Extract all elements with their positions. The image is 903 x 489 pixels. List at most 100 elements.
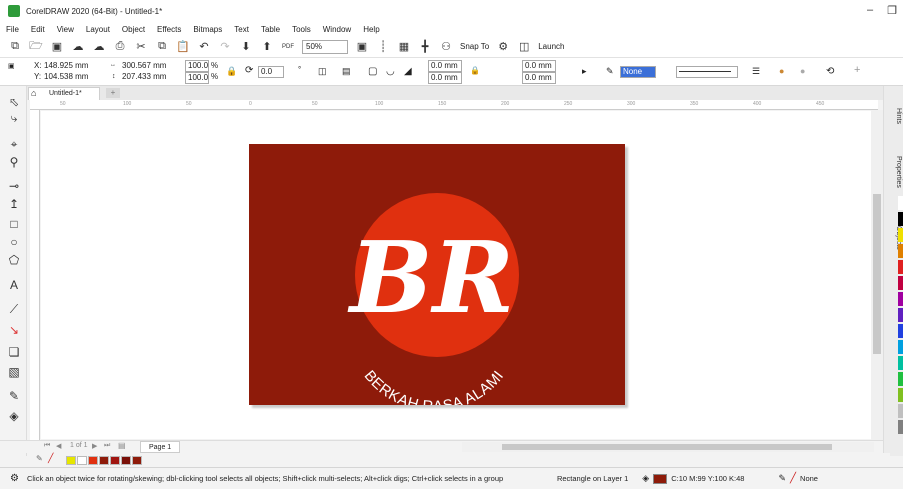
palette-swatch[interactable] [898,276,903,290]
palette-swatch[interactable] [898,324,903,338]
minimize-button[interactable]: – [867,4,873,17]
launch-dropdown[interactable]: Launch [538,42,564,51]
height-field[interactable]: 207.433 mm [122,71,166,82]
print-icon[interactable]: ⎙ [113,40,127,54]
palette-swatch[interactable] [898,356,903,370]
snap-icon[interactable]: ⚇ [439,40,453,54]
rotation-angle-field[interactable]: 0.0 [258,66,284,78]
undo-icon[interactable]: ↶ [197,40,211,54]
palette-swatch[interactable] [898,404,903,418]
guidelines-icon[interactable]: ╋ [418,40,432,54]
crop-tool-icon[interactable]: ⌖ [6,136,22,152]
palette-swatch[interactable] [898,420,903,434]
br-logo-artwork[interactable]: BR BERKAH RASA ALAMI [249,144,625,405]
pick-tool-icon[interactable]: ⬁ [6,94,22,110]
menu-layout[interactable]: Layout [86,25,110,34]
palette-swatch[interactable] [898,308,903,322]
zoom-tool-icon[interactable]: ⚲ [6,154,22,170]
lock-ratio-icon[interactable]: 🔒 [226,66,237,77]
document-palette-swatch[interactable] [88,456,98,465]
drop-shadow-tool-icon[interactable]: ❏ [6,344,22,360]
menu-bitmaps[interactable]: Bitmaps [193,25,222,34]
publish-pdf-icon[interactable]: PDF [281,40,295,54]
fill-color-swatch[interactable] [653,473,668,484]
show-grid-icon[interactable]: ▦ [397,40,411,54]
artistic-media-tool-icon[interactable]: ↥ [6,196,22,212]
no-outline-icon[interactable]: ╱ [790,473,796,484]
to-back-icon[interactable]: ● [800,66,805,77]
open-folder-icon[interactable]: 🗁 [29,40,43,54]
to-front-icon[interactable]: ● [779,66,784,77]
parallel-dimension-tool-icon[interactable]: ⟋ [6,301,22,317]
next-page-button[interactable]: ▶ [92,442,97,450]
menu-tools[interactable]: Tools [292,25,311,34]
palette-swatch[interactable] [898,244,903,258]
palette-swatch[interactable] [898,212,903,226]
vertical-scrollbar[interactable] [871,110,883,440]
chamfered-corner-icon[interactable]: ◢ [404,66,412,77]
palette-swatch[interactable] [898,228,903,242]
last-page-button[interactable]: ⏭ [104,442,110,450]
menu-effects[interactable]: Effects [157,25,181,34]
interactive-fill-tool-icon[interactable]: ◈ [6,408,22,424]
copy-icon[interactable]: ⧉ [155,40,169,54]
palette-swatch[interactable] [898,372,903,386]
save-icon[interactable]: ▣ [50,40,64,54]
menu-edit[interactable]: Edit [31,25,45,34]
outline-width-select[interactable]: None [620,66,656,78]
options-gear-icon[interactable]: ⚙ [496,40,510,54]
cloud-upload-icon[interactable]: ☁ [71,40,85,54]
palette-swatch[interactable] [898,196,903,210]
menu-table[interactable]: Table [261,25,280,34]
zoom-level-select[interactable]: 50% [302,39,348,54]
palette-swatch[interactable] [898,260,903,274]
eyedropper-tool-icon[interactable]: ✎ [6,388,22,404]
prev-page-button[interactable]: ◀ [56,442,61,450]
palette-swatch[interactable] [898,388,903,402]
ellipse-tool-icon[interactable]: ○ [6,234,22,250]
freehand-tool-icon[interactable]: ⊸ [6,178,22,194]
polygon-tool-icon[interactable]: ⬠ [6,252,22,268]
menu-text[interactable]: Text [234,25,249,34]
cut-icon[interactable]: ✂ [134,40,148,54]
scale-width-field[interactable]: 100.0 [185,60,209,72]
restore-button[interactable]: ❐ [887,4,897,17]
corner-radius-4-field[interactable]: 0.0 mm [522,72,556,84]
convert-to-curves-icon[interactable]: ⟲ [826,66,834,77]
show-rulers-icon[interactable]: ┊ [376,40,390,54]
color-palette[interactable] [898,196,903,446]
menu-window[interactable]: Window [323,25,351,34]
scalloped-corner-icon[interactable]: ◡ [386,66,395,77]
drawing-canvas[interactable]: BR BERKAH RASA ALAMI [41,111,871,439]
mirror-vertical-icon[interactable]: ▤ [342,66,351,77]
palette-swatch[interactable] [898,340,903,354]
y-position-field[interactable]: 104.538 mm [44,71,88,82]
document-palette-swatch[interactable] [99,456,109,465]
vertical-ruler[interactable] [30,110,40,440]
horizontal-ruler[interactable]: 50 100 50 0 50 100 150 200 250 300 350 400 450 [30,100,878,110]
eyedropper-icon[interactable]: ✎ [36,454,43,463]
text-tool-icon[interactable]: A [6,277,22,293]
text-wrap-icon[interactable]: ☰ [752,66,760,77]
vertical-scroll-thumb[interactable] [873,194,881,354]
document-palette-swatch[interactable] [66,456,76,465]
redo-icon[interactable]: ↷ [218,40,232,54]
palette-swatch[interactable] [898,292,903,306]
round-corner-icon[interactable]: ▢ [368,66,377,77]
lock-corners-icon[interactable]: 🔒 [470,65,480,76]
x-position-field[interactable]: 148.925 mm [44,60,88,71]
document-palette-swatch[interactable] [77,456,87,465]
width-field[interactable]: 300.567 mm [122,60,166,71]
mirror-horizontal-icon[interactable]: ◫ [318,66,327,77]
launch-icon[interactable]: ◫ [517,40,531,54]
corner-radius-3-field[interactable]: 0.0 mm [522,60,556,72]
no-color-swatch[interactable]: ╱ [48,453,53,464]
transparency-tool-icon[interactable]: ▧ [6,364,22,380]
add-tab-button[interactable]: + [106,88,120,98]
import-icon[interactable]: ⬇ [239,40,253,54]
rectangle-tool-icon[interactable]: □ [6,216,22,232]
document-palette-swatch[interactable] [132,456,142,465]
snap-to-dropdown[interactable]: Snap To [460,42,489,51]
docker-tab-hints[interactable]: Hints [886,108,902,124]
export-icon[interactable]: ⬆ [260,40,274,54]
